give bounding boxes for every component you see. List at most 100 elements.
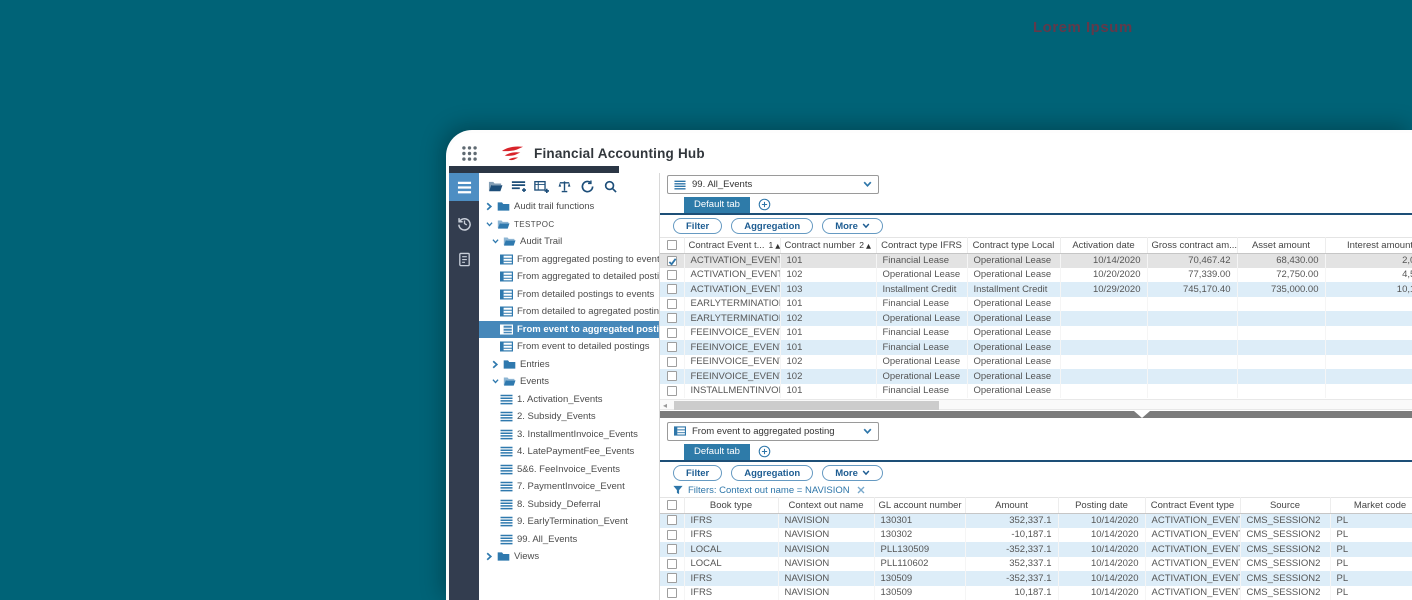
row-checkbox[interactable] xyxy=(667,313,677,323)
table-row[interactable]: ACTIVATION_EVENT102Operational LeaseOper… xyxy=(660,268,1412,283)
table-row[interactable]: IFRSNAVISION130302-10,187.110/14/2020ACT… xyxy=(660,528,1412,543)
select-all-checkbox[interactable] xyxy=(667,500,677,510)
column-header[interactable]: Amount xyxy=(965,497,1058,513)
select-all-checkbox[interactable] xyxy=(667,240,677,250)
scroll-left-icon[interactable]: ◂ xyxy=(663,400,667,411)
refresh-icon[interactable] xyxy=(580,180,595,193)
chevron-down-icon[interactable] xyxy=(492,377,503,386)
add-tab-icon[interactable] xyxy=(758,445,771,458)
column-header[interactable]: Source xyxy=(1240,497,1330,513)
tree-item[interactable]: From aggregated to detailed postings xyxy=(479,268,659,286)
table-row[interactable]: IFRSNAVISION130301352,337.110/14/2020ACT… xyxy=(660,513,1412,528)
table-row[interactable]: LOCALNAVISIONPLL130509-352,337.110/14/20… xyxy=(660,542,1412,557)
chevron-down-icon[interactable] xyxy=(492,237,503,246)
tree-item[interactable]: TESTPOC xyxy=(479,216,659,234)
tree-item[interactable]: From detailed to agregated postings xyxy=(479,303,659,321)
add-row-icon[interactable] xyxy=(511,180,526,193)
filter-button[interactable]: Filter xyxy=(673,218,722,234)
filter-button[interactable]: Filter xyxy=(673,465,722,481)
chevron-right-icon[interactable] xyxy=(492,360,503,369)
tree-item[interactable]: Audit trail functions xyxy=(479,198,659,216)
column-header[interactable]: GL account number xyxy=(874,497,965,513)
row-checkbox[interactable] xyxy=(667,371,677,381)
row-checkbox[interactable] xyxy=(667,256,677,266)
chevron-right-icon[interactable] xyxy=(486,202,497,211)
tree-item[interactable]: 5&6. FeeInvoice_Events xyxy=(479,461,659,479)
app-launcher-grid-icon[interactable] xyxy=(461,145,478,162)
tree-item[interactable]: Audit Trail xyxy=(479,233,659,251)
column-header[interactable]: Contract type Local xyxy=(967,237,1060,253)
tree-item[interactable]: From event to detailed postings xyxy=(479,338,659,356)
tree-item[interactable]: 7. PaymentInvoice_Event xyxy=(479,478,659,496)
table-row[interactable]: INSTALLMENTINVOICE_...101Financial Lease… xyxy=(660,384,1412,399)
table-row[interactable]: FEEINVOICE_EVENT102Operational LeaseOper… xyxy=(660,369,1412,384)
table-row[interactable]: FEEINVOICE_EVENT101Financial LeaseOperat… xyxy=(660,340,1412,355)
column-header[interactable]: Interest amount xyxy=(1325,237,1412,253)
row-checkbox[interactable] xyxy=(667,386,677,396)
tree-item[interactable]: From detailed postings to events xyxy=(479,286,659,304)
tree-item[interactable]: From aggregated posting to event xyxy=(479,251,659,269)
row-checkbox[interactable] xyxy=(667,270,677,280)
document-icon[interactable] xyxy=(449,245,479,273)
column-header[interactable]: Context out name xyxy=(778,497,874,513)
row-checkbox[interactable] xyxy=(667,573,677,583)
tree-item[interactable]: 1. Activation_Events xyxy=(479,391,659,409)
scrollbar-thumb[interactable] xyxy=(674,401,939,410)
column-header[interactable]: Asset amount xyxy=(1237,237,1325,253)
row-checkbox[interactable] xyxy=(667,530,677,540)
row-checkbox[interactable] xyxy=(667,588,677,598)
aggregation-button[interactable]: Aggregation xyxy=(731,218,813,234)
view-selector[interactable]: From event to aggregated posting xyxy=(667,422,879,441)
table-row[interactable]: FEEINVOICE_EVENT102Operational LeaseOper… xyxy=(660,355,1412,370)
horizontal-scrollbar[interactable]: ◂ xyxy=(660,399,1412,410)
chevron-right-icon[interactable] xyxy=(486,552,497,561)
row-checkbox[interactable] xyxy=(667,328,677,338)
search-icon[interactable] xyxy=(603,180,618,193)
table-row[interactable]: LOCALNAVISIONPLL110602352,337.110/14/202… xyxy=(660,557,1412,572)
row-checkbox[interactable] xyxy=(667,299,677,309)
table-row[interactable]: EARLYTERMINATION_EV...101Financial Lease… xyxy=(660,297,1412,312)
history-icon[interactable] xyxy=(449,209,479,237)
table-row[interactable]: EARLYTERMINATION_EV...102Operational Lea… xyxy=(660,311,1412,326)
add-table-icon[interactable] xyxy=(534,180,549,193)
tab-default[interactable]: Default tab xyxy=(684,444,750,460)
table-row[interactable]: ACTIVATION_EVENT103Installment CreditIns… xyxy=(660,282,1412,297)
tree-item[interactable]: 3. InstallmentInvoice_Events xyxy=(479,426,659,444)
chevron-down-icon[interactable] xyxy=(486,220,497,229)
column-header[interactable]: Contract Event t...1▲ xyxy=(684,237,780,253)
column-header[interactable]: Activation date xyxy=(1060,237,1147,253)
tab-default[interactable]: Default tab xyxy=(684,197,750,213)
tree-item[interactable]: From event to aggregated posting xyxy=(479,321,659,339)
tree-item[interactable]: Events xyxy=(479,373,659,391)
row-checkbox[interactable] xyxy=(667,559,677,569)
tree-item[interactable]: Entries xyxy=(479,356,659,374)
column-header[interactable]: Contract number2▲ xyxy=(780,237,876,253)
column-header[interactable]: Posting date xyxy=(1058,497,1145,513)
menu-icon[interactable] xyxy=(449,173,479,201)
tree-item[interactable]: 9. EarlyTermination_Event xyxy=(479,513,659,531)
remove-filter-icon[interactable] xyxy=(857,486,865,494)
more-button[interactable]: More xyxy=(822,218,883,234)
row-checkbox[interactable] xyxy=(667,284,677,294)
table-row[interactable]: FEEINVOICE_EVENT101Financial LeaseOperat… xyxy=(660,326,1412,341)
panel-splitter[interactable] xyxy=(660,411,1412,417)
row-checkbox[interactable] xyxy=(667,357,677,367)
row-checkbox[interactable] xyxy=(667,515,677,525)
tree-item[interactable]: 8. Subsidy_Deferral xyxy=(479,496,659,514)
column-header[interactable]: Gross contract am... xyxy=(1147,237,1237,253)
row-checkbox[interactable] xyxy=(667,544,677,554)
tree-item[interactable]: 4. LatePaymentFee_Events xyxy=(479,443,659,461)
more-button[interactable]: More xyxy=(822,465,883,481)
column-header[interactable]: Book type xyxy=(684,497,778,513)
table-row[interactable]: IFRSNAVISION130509-352,337.110/14/2020AC… xyxy=(660,571,1412,586)
tree-item[interactable]: Views xyxy=(479,548,659,566)
row-checkbox[interactable] xyxy=(667,342,677,352)
folder-open-icon[interactable] xyxy=(488,180,503,193)
aggregation-button[interactable]: Aggregation xyxy=(731,465,813,481)
table-row[interactable]: ACTIVATION_EVENT101Financial LeaseOperat… xyxy=(660,253,1412,268)
view-selector[interactable]: 99. All_Events xyxy=(667,175,879,194)
column-header[interactable]: Contract type IFRS xyxy=(876,237,967,253)
table-row[interactable]: IFRSNAVISION13050910,187.110/14/2020ACTI… xyxy=(660,586,1412,600)
column-header[interactable]: Contract Event type xyxy=(1145,497,1240,513)
scale-icon[interactable] xyxy=(557,180,572,193)
